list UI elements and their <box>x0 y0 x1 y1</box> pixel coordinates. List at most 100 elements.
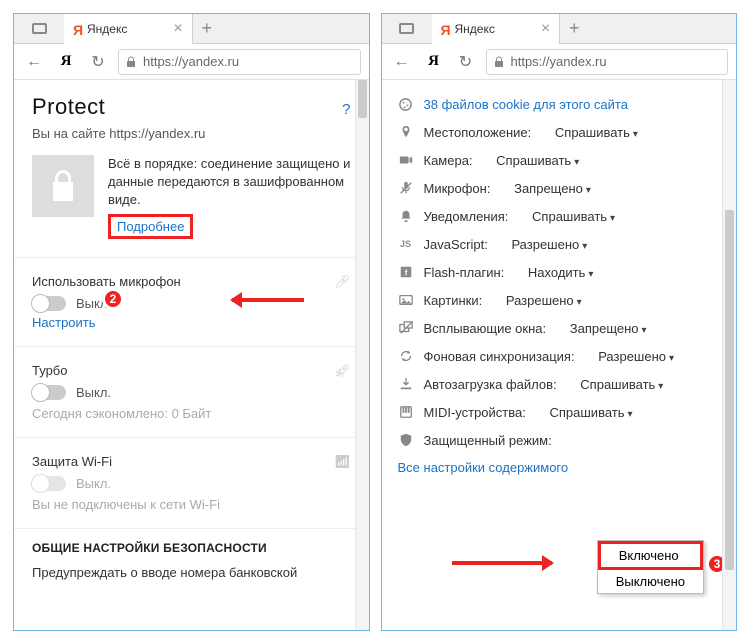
scrollbar[interactable] <box>355 80 369 630</box>
callout-arrow-2 <box>232 298 304 302</box>
tabs-overview-button[interactable] <box>14 23 64 34</box>
new-tab-button[interactable]: + <box>193 18 221 39</box>
reload-button[interactable]: ↻ <box>86 50 110 74</box>
permission-value[interactable]: Запрещено <box>570 321 647 336</box>
turbo-toggle-label: Выкл. <box>76 385 111 400</box>
permission-label: Картинки: <box>424 293 483 308</box>
browser-window-left: Яндекс × + ← Я ↻ https://yandex.ru Prote… <box>13 13 370 631</box>
dropdown-option-on[interactable]: Включено <box>598 541 703 570</box>
browser-tab[interactable]: Яндекс × <box>432 14 561 44</box>
toolbar: ← Я ↻ https://yandex.ru <box>14 44 369 80</box>
turbo-saved-text: Сегодня сэкономлено: 0 Байт <box>32 406 351 421</box>
reload-button[interactable]: ↻ <box>454 50 478 74</box>
yandex-home-button[interactable]: Я <box>54 50 78 74</box>
permission-value[interactable]: Спрашивать <box>555 125 638 140</box>
address-bar[interactable]: https://yandex.ru <box>486 49 729 75</box>
permission-label: Всплывающие окна: <box>424 321 547 336</box>
wifi-toggle-label: Выкл. <box>76 476 111 491</box>
sync-icon <box>398 348 414 364</box>
shield-icon <box>398 432 414 448</box>
help-link[interactable]: ? <box>342 101 350 118</box>
wifi-icon: 📶︎ <box>334 454 351 470</box>
tab-bar: Яндекс × + <box>14 14 369 44</box>
permission-row: Местоположение: Спрашивать <box>398 118 721 146</box>
security-heading: ОБЩИЕ НАСТРОЙКИ БЕЗОПАСНОСТИ <box>32 541 351 555</box>
midi-icon <box>398 404 414 420</box>
back-button[interactable]: ← <box>22 50 46 74</box>
js-icon: JS <box>398 236 414 252</box>
url-text: https://yandex.ru <box>511 54 607 69</box>
wifi-status-text: Вы не подключены к сети Wi-Fi <box>32 497 351 512</box>
tabs-overview-button[interactable] <box>382 23 432 34</box>
cookies-link[interactable]: 38 файлов cookie для этого сайта <box>424 97 628 112</box>
permission-label: Микрофон: <box>424 181 491 196</box>
close-tab-button[interactable]: × <box>541 20 550 38</box>
permission-label: Местоположение: <box>424 125 532 140</box>
scrollbar[interactable] <box>722 80 736 630</box>
permission-row: Защищенный режим: <box>398 426 721 454</box>
back-button[interactable]: ← <box>390 50 414 74</box>
img-icon <box>398 292 414 308</box>
permission-value[interactable]: Разрешено <box>598 349 674 364</box>
permission-value[interactable]: Разрешено <box>511 237 587 252</box>
permission-label: Автозагрузка файлов: <box>424 377 557 392</box>
protect-heading: Protect <box>32 94 105 120</box>
mic-icon: 🎤︎ <box>334 274 351 290</box>
permission-value[interactable]: Спрашивать <box>532 209 615 224</box>
permission-label: JavaScript: <box>424 237 488 252</box>
browser-tab[interactable]: Яндекс × <box>64 14 193 44</box>
permission-label: MIDI-устройства: <box>424 405 526 420</box>
permission-value[interactable]: Запрещено <box>514 181 591 196</box>
all-content-settings-link[interactable]: Все настройки содержимого <box>398 460 721 475</box>
protected-mode-dropdown: Включено Выключено <box>597 540 704 594</box>
svg-text:f: f <box>404 269 407 278</box>
tab-bar: Яндекс × + <box>382 14 737 44</box>
permission-row: MIDI-устройства: Спрашивать <box>398 398 721 426</box>
permission-label: Защищенный режим: <box>424 433 552 448</box>
lock-icon <box>125 56 137 68</box>
dl-icon <box>398 376 414 392</box>
permission-row: Всплывающие окна: Запрещено <box>398 314 721 342</box>
permission-label: Камера: <box>424 153 473 168</box>
permission-label: Уведомления: <box>424 209 509 224</box>
permission-row: Микрофон: Запрещено <box>398 174 721 202</box>
turbo-toggle[interactable] <box>32 385 66 400</box>
turbo-label: Турбо <box>32 363 67 378</box>
permission-row: Уведомления: Спрашивать <box>398 202 721 230</box>
more-link[interactable]: Подробнее <box>117 219 184 234</box>
new-tab-button[interactable]: + <box>560 18 588 39</box>
mic-label: Использовать микрофон <box>32 274 181 289</box>
permission-value[interactable]: Разрешено <box>506 293 582 308</box>
popup-icon <box>398 320 414 336</box>
more-link-highlight: Подробнее <box>108 214 193 239</box>
tab-title: Яндекс <box>455 22 495 36</box>
permission-value[interactable]: Спрашивать <box>580 377 663 392</box>
mic-icon <box>398 180 414 196</box>
permission-value[interactable]: Находить <box>528 265 594 280</box>
rocket-icon: 🚀︎ <box>334 363 351 379</box>
mic-configure-link[interactable]: Настроить <box>32 315 96 330</box>
address-bar[interactable]: https://yandex.ru <box>118 49 361 75</box>
url-text: https://yandex.ru <box>143 54 239 69</box>
pin-icon <box>398 124 414 140</box>
permission-row: Камера: Спрашивать <box>398 146 721 174</box>
permission-value[interactable]: Спрашивать <box>496 153 579 168</box>
permission-label: Фоновая синхронизация: <box>424 349 575 364</box>
permission-row: Фоновая синхронизация: Разрешено <box>398 342 721 370</box>
lock-icon <box>493 56 505 68</box>
yandex-favicon-icon <box>73 22 81 36</box>
site-label: Вы на сайте https://yandex.ru <box>32 126 351 141</box>
cookie-icon <box>398 96 414 112</box>
mic-toggle[interactable] <box>32 296 66 311</box>
bank-warning-text: Предупреждать о вводе номера банковской <box>32 565 351 580</box>
yandex-home-button[interactable]: Я <box>422 50 446 74</box>
close-tab-button[interactable]: × <box>173 20 182 38</box>
permission-row: Автозагрузка файлов: Спрашивать <box>398 370 721 398</box>
callout-arrow-3 <box>452 561 552 565</box>
dropdown-option-off[interactable]: Выключено <box>598 570 703 593</box>
permission-label: Flash-плагин: <box>424 265 505 280</box>
permission-row: f Flash-плагин: Находить <box>398 258 721 286</box>
permission-row: JS JavaScript: Разрешено <box>398 230 721 258</box>
wifi-label: Защита Wi-Fi <box>32 454 112 469</box>
permission-value[interactable]: Спрашивать <box>549 405 632 420</box>
